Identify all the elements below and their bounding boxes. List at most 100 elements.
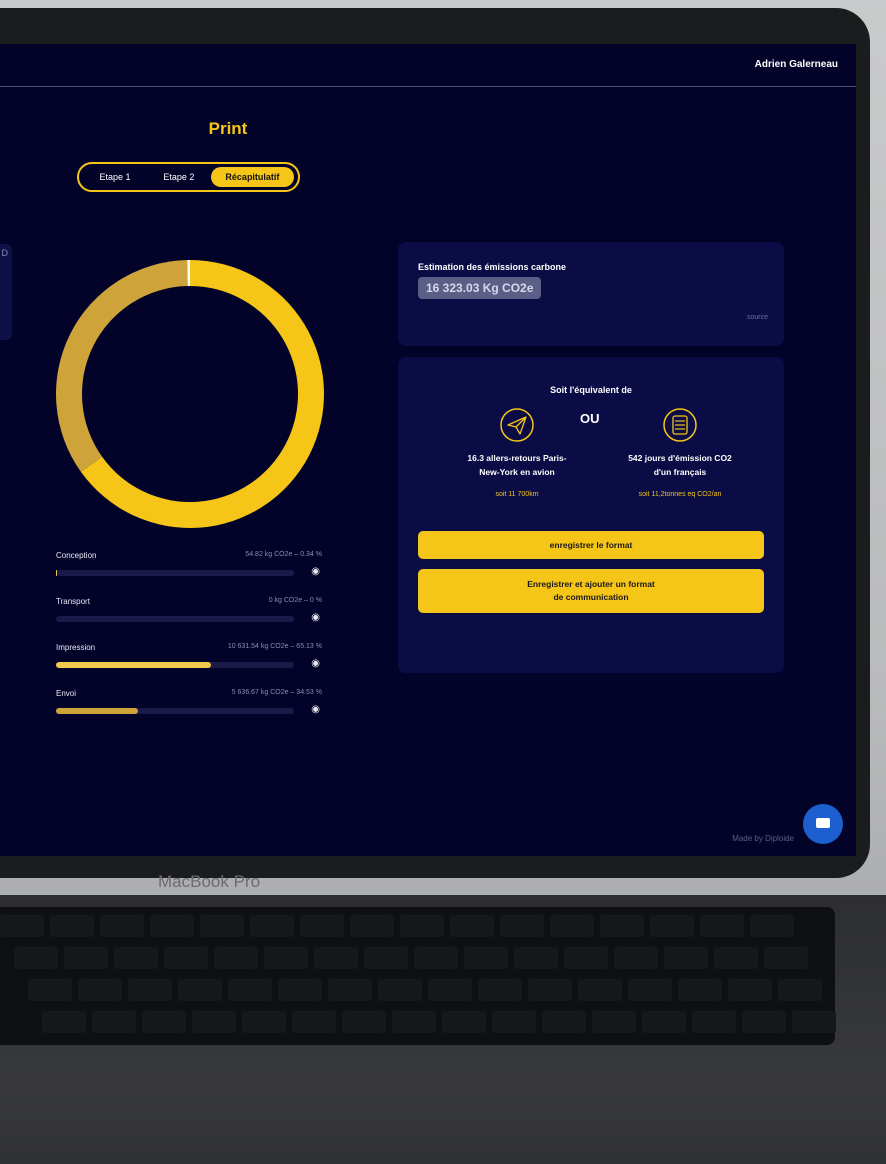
breakdown-row-impression: Impression 10 631.54 kg CO2e – 65.13 % ◉ [56, 643, 322, 689]
key-row [42, 1011, 836, 1033]
key [142, 1011, 186, 1033]
keyboard [0, 895, 886, 1164]
eye-icon[interactable]: ◉ [311, 612, 320, 623]
equivalent-flights-text: 16.3 allers-retours Paris- New-York en a… [442, 451, 592, 479]
key [250, 915, 294, 937]
key [692, 1011, 736, 1033]
key [492, 1011, 536, 1033]
save-format-button[interactable]: enregistrer le format [418, 531, 764, 559]
key [728, 979, 772, 1001]
key [600, 915, 644, 937]
eye-icon[interactable]: ◉ [311, 566, 320, 577]
equivalent-flights-line1: 16.3 allers-retours Paris- [467, 453, 567, 463]
key [278, 979, 322, 1001]
key [700, 915, 744, 937]
key [400, 915, 444, 937]
donut-segment-envoi [56, 260, 188, 472]
key [0, 915, 44, 937]
key [42, 1011, 86, 1033]
key [178, 979, 222, 1001]
key [500, 915, 544, 937]
equivalent-flights-line2: New-York en avion [479, 467, 555, 477]
step-selector: Etape 1 Etape 2 Récapitulatif [77, 162, 300, 192]
key [542, 1011, 586, 1033]
breakdown-value: 0 kg CO2e – 0 % [268, 597, 322, 604]
tab-etape-2[interactable]: Etape 2 [147, 167, 211, 187]
key [778, 979, 822, 1001]
key [328, 979, 372, 1001]
key [314, 947, 358, 969]
equivalent-days-line2: d'un français [653, 467, 707, 477]
equivalent-title: Soit l'équivalent de [550, 385, 632, 395]
key-row [14, 947, 808, 969]
key [642, 1011, 686, 1033]
key [150, 915, 194, 937]
key [750, 915, 794, 937]
breakdown-fill [56, 708, 139, 714]
equivalent-flights-sub: soit 11 700km [495, 491, 539, 498]
key [92, 1011, 136, 1033]
key [292, 1011, 336, 1033]
key [392, 1011, 436, 1033]
person-icon [663, 408, 697, 442]
emissions-breakdown: Conception 54.82 kg CO2e – 0.34 % ◉ Tran… [56, 551, 322, 735]
breakdown-track [56, 570, 294, 576]
equivalent-card: Soit l'équivalent de OU 16.3 allers-reto… [398, 357, 784, 673]
breakdown-label: Transport [56, 597, 90, 606]
keyboard-keys [0, 907, 836, 1045]
estimate-value: 16 323.03 Kg CO2e [418, 277, 542, 299]
key [650, 915, 694, 937]
key [592, 1011, 636, 1033]
key [678, 979, 722, 1001]
key [342, 1011, 386, 1033]
breakdown-fill [56, 662, 211, 668]
key [664, 947, 708, 969]
key [300, 915, 344, 937]
emissions-donut-chart [56, 260, 324, 528]
eye-icon[interactable]: ◉ [311, 658, 320, 669]
key [450, 915, 494, 937]
breakdown-track [56, 662, 294, 668]
app-screen: Adrien Galerneau D Print Etape 1 Etape 2… [0, 44, 856, 856]
breakdown-track [56, 616, 294, 622]
key [428, 979, 472, 1001]
estimate-card: Estimation des émissions carbone 16 323.… [398, 242, 784, 346]
estimate-source[interactable]: source [747, 314, 768, 321]
tab-etape-1[interactable]: Etape 1 [83, 167, 147, 187]
key [714, 947, 758, 969]
key [742, 1011, 786, 1033]
key [792, 1011, 836, 1033]
breakdown-value: 10 631.54 kg CO2e – 65.13 % [227, 643, 322, 650]
key [100, 915, 144, 937]
save-and-add-line2: de communication [553, 592, 629, 602]
breakdown-track [56, 708, 294, 714]
breakdown-value: 54.82 kg CO2e – 0.34 % [245, 551, 322, 558]
key [114, 947, 158, 969]
side-card: D [0, 244, 12, 340]
key [414, 947, 458, 969]
key [442, 1011, 486, 1033]
save-and-add-format-button[interactable]: Enregistrer et ajouter un format de comm… [418, 569, 764, 613]
key [214, 947, 258, 969]
top-bar: Adrien Galerneau [0, 44, 856, 87]
key [64, 947, 108, 969]
laptop-lid: Adrien Galerneau D Print Etape 1 Etape 2… [0, 8, 870, 878]
breakdown-fill [56, 570, 57, 576]
equivalent-days-text: 542 jours d'émission CO2 d'un français [605, 451, 755, 479]
key [50, 915, 94, 937]
side-card-label: D [1, 248, 9, 258]
footer-credit[interactable]: Made by Diploide [732, 834, 794, 843]
user-name[interactable]: Adrien Galerneau [755, 59, 838, 70]
breakdown-row-envoi: Envoi 5 636.67 kg CO2e – 34.53 % ◉ [56, 689, 322, 735]
eye-icon[interactable]: ◉ [311, 704, 320, 715]
device-brand: MacBook Pro [158, 872, 261, 891]
estimate-title: Estimation des émissions carbone [418, 262, 567, 272]
chat-button[interactable] [803, 804, 843, 844]
equivalent-days-line1: 542 jours d'émission CO2 [628, 453, 732, 463]
key [514, 947, 558, 969]
key [578, 979, 622, 1001]
breakdown-label: Conception [56, 551, 97, 560]
key [128, 979, 172, 1001]
tab-recapitulatif[interactable]: Récapitulatif [210, 167, 294, 187]
key [614, 947, 658, 969]
